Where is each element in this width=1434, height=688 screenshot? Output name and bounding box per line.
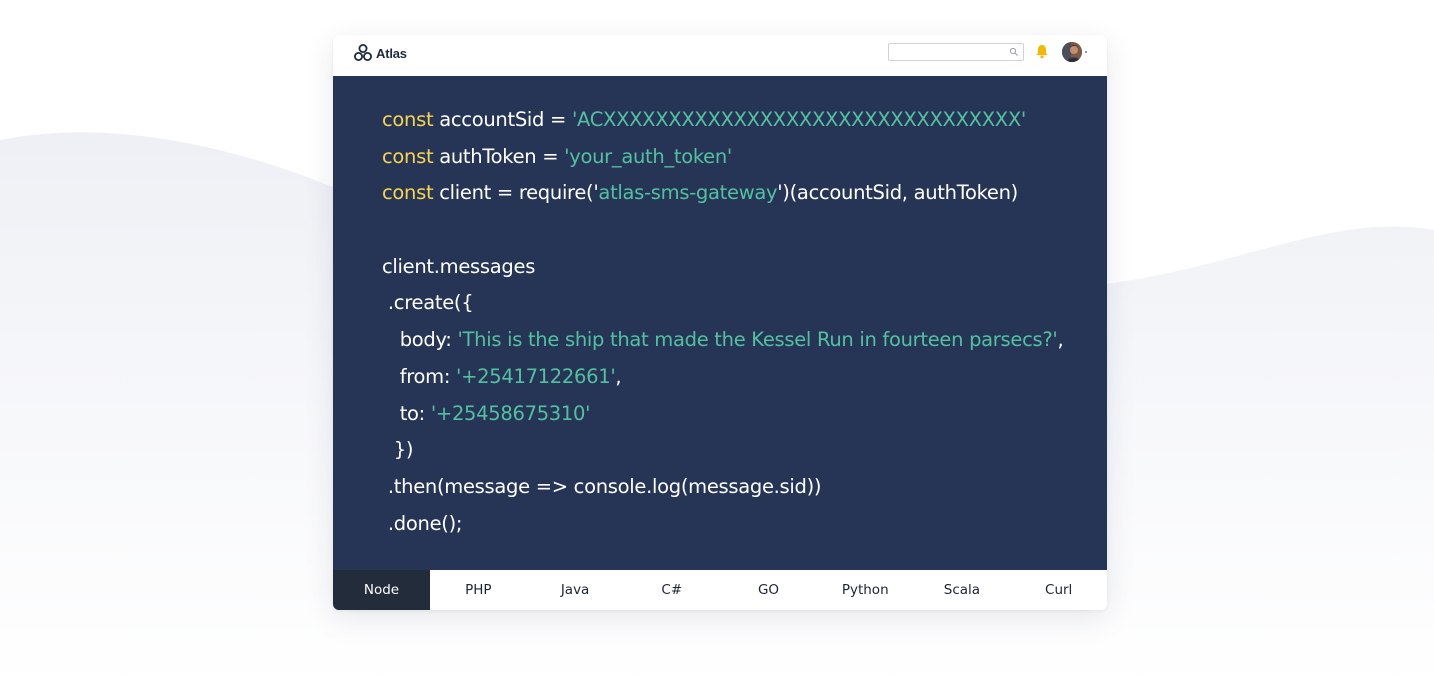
app-window: Atlas const accountSid = 'ACXXXXXXXXXXXX… (333, 35, 1107, 610)
code-text: client.messages (382, 254, 536, 278)
tab-node[interactable]: Node (333, 570, 430, 610)
code-line: client.messages (382, 249, 1063, 286)
code-text: authToken = (433, 144, 565, 168)
code-keyword: const (382, 181, 434, 205)
code-line: const client = require('atlas-sms-gatewa… (382, 175, 1063, 212)
search-input[interactable] (888, 43, 1024, 61)
code-line: const authToken = 'your_auth_token' (382, 139, 1063, 176)
code-line: to: '+25458675310' (382, 396, 1063, 433)
search-icon[interactable] (1009, 47, 1019, 57)
brand-logo[interactable]: Atlas (353, 42, 407, 64)
code-line: from: '+25417122661', (382, 359, 1063, 396)
code-keyword: const (382, 144, 434, 168)
code-line: .then(message => console.log(message.sid… (382, 469, 1063, 506)
code-string: '+25458675310' (430, 401, 591, 425)
code-text: from: (382, 364, 457, 388)
top-navbar: Atlas (333, 35, 1107, 76)
code-text: .create({ (382, 291, 474, 315)
code-text: , (615, 364, 622, 388)
code-line: .create({ (382, 285, 1063, 322)
code-text: to: (382, 401, 431, 425)
code-panel: const accountSid = 'ACXXXXXXXXXXXXXXXXXX… (333, 76, 1107, 570)
code-string: 'ACXXXXXXXXXXXXXXXXXXXXXXXXXXXXXXXX' (571, 108, 1026, 131)
code-line: .done(); (382, 506, 1063, 543)
tab-php[interactable]: PHP (430, 570, 527, 610)
avatar-dropdown-indicator[interactable] (1085, 51, 1087, 53)
atlas-logo-icon (354, 44, 372, 61)
code-line: const accountSid = 'ACXXXXXXXXXXXXXXXXXX… (382, 102, 1063, 139)
avatar[interactable] (1062, 42, 1082, 62)
avatar-image (1062, 42, 1082, 62)
code-string: 'This is the ship that made the Kessel R… (457, 328, 1058, 352)
code-text: .done(); (382, 511, 463, 535)
code-text: ')(accountSid, authToken) (777, 181, 1018, 205)
tab-curl[interactable]: Curl (1010, 570, 1107, 610)
code-text: , (1057, 328, 1064, 352)
code-text: client = require(' (433, 181, 599, 205)
code-line: }) (382, 432, 1063, 469)
code-text: body: (382, 328, 458, 352)
tab-scala[interactable]: Scala (914, 570, 1011, 610)
code-text: accountSid = (433, 108, 572, 131)
code-string: '+25417122661' (456, 364, 616, 388)
code-block: const accountSid = 'ACXXXXXXXXXXXXXXXXXX… (382, 102, 1064, 543)
code-text: .then(message => console.log(message.sid… (382, 474, 822, 498)
tab-python[interactable]: Python (817, 570, 914, 610)
tab-go[interactable]: GO (720, 570, 817, 610)
language-tabs: Node PHP Java C# GO Python Scala Curl (333, 570, 1107, 610)
brand-name: Atlas (376, 45, 407, 61)
tab-c-sharp[interactable]: C# (623, 570, 720, 610)
code-string: 'your_auth_token' (564, 144, 732, 168)
bell-icon[interactable] (1035, 44, 1049, 59)
code-keyword: const (382, 108, 434, 131)
tab-java[interactable]: Java (527, 570, 624, 610)
code-line: body: 'This is the ship that made the Ke… (382, 322, 1064, 359)
code-string: atlas-sms-gateway (598, 181, 778, 205)
code-text: }) (382, 438, 414, 462)
